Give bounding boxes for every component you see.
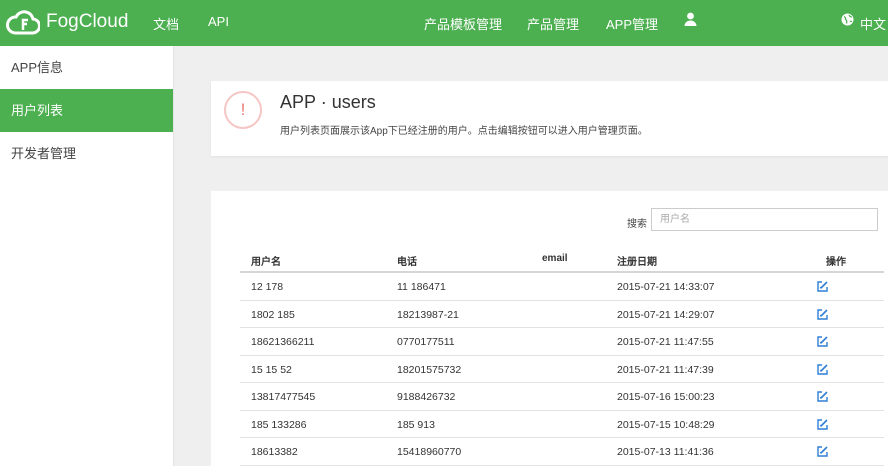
cell-phone: 18213987-21 bbox=[397, 308, 459, 321]
info-panel: ! APP · users 用户列表页面展示该App下已经注册的用户。点击编辑按… bbox=[211, 81, 888, 156]
user-table: 用户名 电话 email 注册日期 操作 12 178 11 186471 2015… bbox=[240, 245, 884, 466]
table-row: 18613382 15418960770 2015-07-13 11:41:36 bbox=[240, 438, 884, 466]
nav-api[interactable]: API bbox=[208, 14, 229, 29]
cell-phone: 15418960770 bbox=[397, 446, 462, 458]
table-body: 12 178 11 186471 2015-07-21 14:33:07 1802 1… bbox=[240, 273, 884, 466]
search-input[interactable] bbox=[651, 208, 878, 231]
column-header-registered-date: 注册日期 bbox=[617, 257, 657, 268]
edit-icon[interactable] bbox=[816, 280, 829, 293]
cell-registered-date: 2015-07-13 11:41:36 bbox=[617, 446, 714, 458]
brand-name: FogCloud bbox=[46, 11, 129, 32]
table-row: 15 15 52 18201575732 2015-07-21 11:47:39 bbox=[240, 356, 884, 383]
sidebar-item-developer-management[interactable]: 开发者管理 bbox=[0, 132, 173, 175]
table-row: 13817477545 9188426732 2015-07-16 15:00:23 bbox=[240, 383, 884, 411]
column-header-email: email bbox=[542, 253, 568, 264]
cell-username: 185 133286 bbox=[251, 418, 307, 431]
exclamation-icon: ! bbox=[224, 91, 262, 129]
cell-username: 18621366211 bbox=[251, 336, 315, 348]
brand-logo[interactable]: FogCloud bbox=[6, 8, 128, 36]
cell-phone: 18201575732 bbox=[397, 363, 462, 376]
top-navbar: FogCloud 文档 API 产品模板管理 产品管理 APP管理 中文 bbox=[0, 0, 888, 46]
language-switch[interactable]: 中文 bbox=[860, 14, 886, 33]
cell-phone: 185 913 bbox=[397, 418, 435, 431]
cell-registered-date: 2015-07-21 11:47:39 bbox=[617, 363, 714, 376]
table-row: 12 178 11 186471 2015-07-21 14:33:07 bbox=[240, 273, 884, 301]
fogcloud-logo-icon bbox=[6, 10, 40, 35]
table-row: 1802 185 18213987-21 2015-07-21 14:29:07 bbox=[240, 301, 884, 328]
table-row: 185 133286 185 913 2015-07-15 10:48:29 bbox=[240, 411, 884, 438]
sidebar: APP信息 用户列表 开发者管理 bbox=[0, 46, 174, 466]
cell-username: 12 178 bbox=[251, 281, 284, 293]
cell-phone: 9188426732 bbox=[397, 391, 456, 403]
edit-icon[interactable] bbox=[816, 335, 829, 348]
cell-registered-date: 2015-07-21 11:47:55 bbox=[617, 336, 714, 348]
sidebar-item-user-list[interactable]: 用户列表 bbox=[0, 89, 173, 132]
column-header-actions: 操作 bbox=[826, 257, 846, 268]
cell-phone: 11 186471 bbox=[397, 281, 446, 293]
nav-products[interactable]: 产品管理 bbox=[527, 14, 579, 33]
cell-phone: 0770177511 bbox=[397, 336, 455, 348]
cell-registered-date: 2015-07-16 15:00:23 bbox=[617, 391, 715, 403]
main-content: ! APP · users 用户列表页面展示该App下已经注册的用户。点击编辑按… bbox=[174, 46, 888, 466]
nav-app-management[interactable]: APP管理 bbox=[606, 14, 658, 33]
edit-icon[interactable] bbox=[816, 418, 829, 431]
page-title: APP · users bbox=[280, 92, 376, 112]
cell-username: 18613382 bbox=[251, 446, 298, 458]
cell-username: 1802 185 bbox=[251, 308, 295, 321]
table-header: 用户名 电话 email 注册日期 操作 bbox=[240, 245, 884, 273]
sidebar-item-app-info[interactable]: APP信息 bbox=[0, 46, 173, 89]
user-icon[interactable] bbox=[684, 12, 697, 26]
globe-icon[interactable] bbox=[841, 13, 854, 26]
column-header-phone: 电话 bbox=[397, 257, 417, 268]
cell-registered-date: 2015-07-21 14:33:07 bbox=[617, 281, 715, 293]
user-table-panel: 搜索 用户名 电话 email 注册日期 操作 12 178 11 186471 2… bbox=[211, 191, 888, 466]
nav-docs[interactable]: 文档 bbox=[153, 14, 179, 33]
cell-username: 13817477545 bbox=[251, 391, 316, 403]
table-row: 18621366211 0770177511 2015-07-21 11:47:55 bbox=[240, 328, 884, 356]
cell-registered-date: 2015-07-21 14:29:07 bbox=[617, 308, 715, 321]
edit-icon[interactable] bbox=[816, 363, 829, 376]
nav-product-templates[interactable]: 产品模板管理 bbox=[424, 14, 502, 33]
edit-icon[interactable] bbox=[816, 390, 829, 403]
column-header-username: 用户名 bbox=[251, 257, 281, 268]
search-label: 搜索 bbox=[627, 219, 647, 230]
edit-icon[interactable] bbox=[816, 308, 829, 321]
edit-icon[interactable] bbox=[816, 445, 829, 458]
cell-username: 15 15 52 bbox=[251, 363, 292, 376]
page-description: 用户列表页面展示该App下已经注册的用户。点击编辑按钮可以进入用户管理页面。 bbox=[280, 126, 648, 137]
cell-registered-date: 2015-07-15 10:48:29 bbox=[617, 418, 715, 431]
